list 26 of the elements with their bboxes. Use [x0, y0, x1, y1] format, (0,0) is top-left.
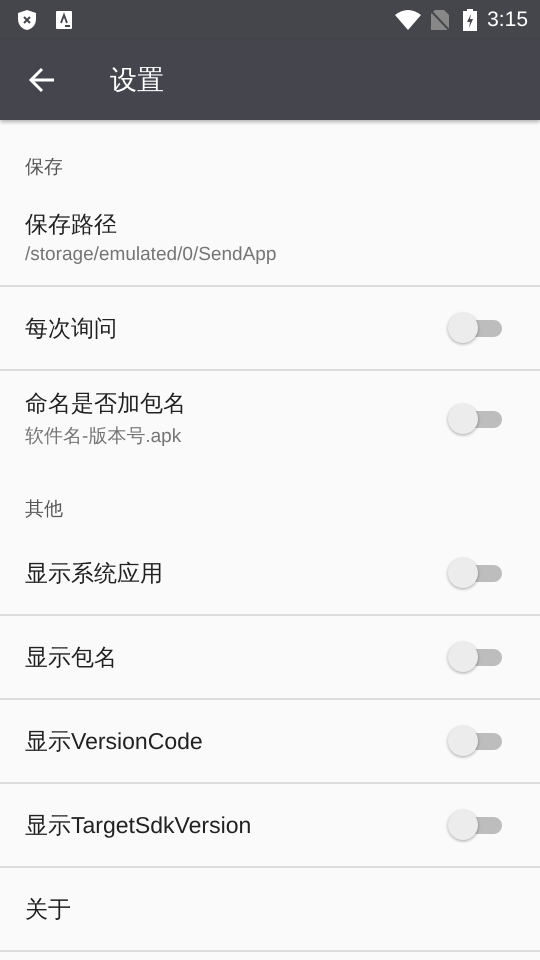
item-summary: /storage/emulated/0/SendApp — [25, 244, 278, 266]
toggle-switch[interactable] — [448, 404, 502, 434]
item-summary: 软件名-版本号.apk — [25, 425, 182, 449]
item-title: 显示VersionCode — [25, 726, 204, 756]
section-header: 其他 — [25, 498, 63, 522]
item-title: 显示系统应用 — [25, 558, 164, 588]
item-title: 每次询问 — [25, 314, 118, 342]
keyboard-icon — [56, 11, 72, 29]
item-title: 保存路径 — [25, 210, 118, 239]
no-sim-icon — [431, 10, 450, 30]
item-title: 关于 — [25, 894, 72, 924]
toggle-switch[interactable] — [448, 313, 502, 343]
section-header: 保存 — [25, 156, 63, 180]
back-button[interactable] — [28, 66, 56, 94]
item-title: 显示包名 — [25, 642, 118, 672]
toggle-switch[interactable] — [448, 642, 502, 672]
item-title: 显示TargetSdkVersion — [25, 810, 252, 840]
toggle-switch[interactable] — [448, 810, 502, 840]
toggle-switch[interactable] — [448, 558, 502, 588]
item-title: 命名是否加包名 — [25, 389, 187, 418]
wifi-icon — [395, 10, 422, 30]
screen-title: 设置 — [110, 64, 164, 97]
toggle-switch[interactable] — [448, 726, 502, 756]
battery-icon — [463, 9, 478, 31]
clock-time: 3:15 — [487, 8, 528, 32]
shield-icon — [18, 10, 36, 30]
